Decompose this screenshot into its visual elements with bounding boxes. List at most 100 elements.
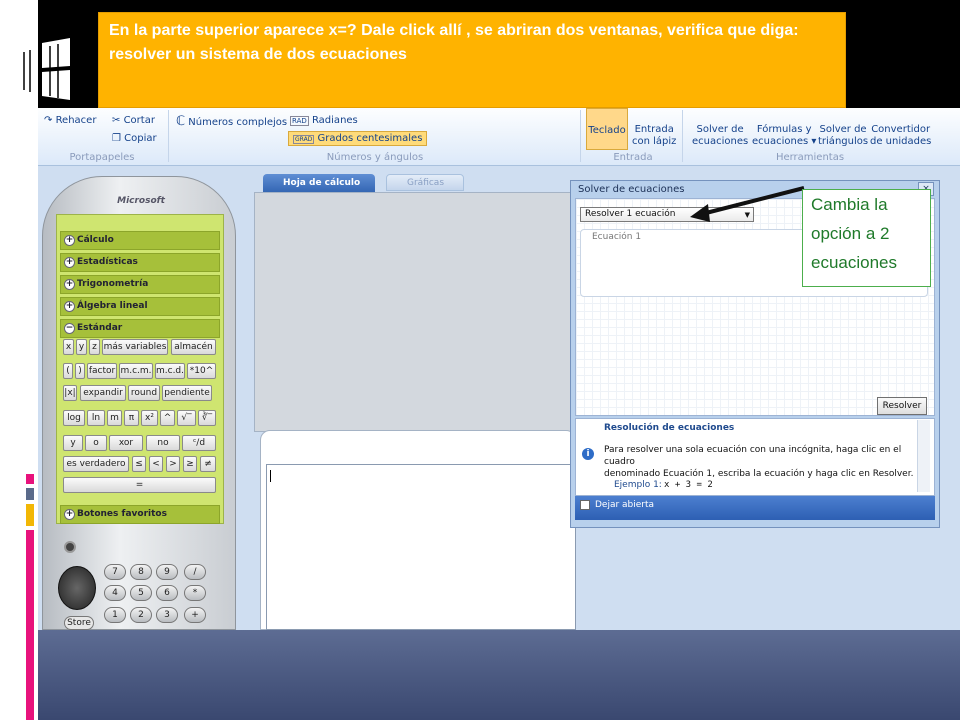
numeros-complejos-button[interactable]: ℂ Números complejos (176, 114, 287, 129)
keep-open-bar: Dejar abierta (575, 496, 935, 520)
numkey-4[interactable]: 4 (104, 585, 126, 601)
formulas-ecuaciones-button[interactable]: Fórmulas y ecuaciones ▾ (752, 124, 816, 148)
complex-c-icon: ℂ (176, 114, 186, 129)
key-sqrt[interactable]: √‾ (177, 410, 196, 426)
key-close-paren[interactable]: ) (75, 363, 85, 379)
power-button[interactable] (64, 541, 76, 553)
decor-stripe (26, 488, 34, 500)
tab-graficas[interactable]: Gráficas (386, 174, 464, 191)
key-power[interactable]: ^ (160, 410, 175, 426)
info-icon: i (582, 448, 594, 460)
numkey-divide[interactable]: / (184, 564, 206, 580)
entrada-lapiz-button[interactable]: Entrada con lápiz (632, 124, 676, 148)
numkey-multiply[interactable]: * (184, 585, 206, 601)
key-z[interactable]: z (89, 339, 100, 355)
category-calculo[interactable]: + Cálculo (60, 231, 220, 250)
key-not-equal[interactable]: ≠ (200, 456, 216, 472)
decor-stripe (26, 474, 34, 484)
instruction-callout-side: Cambia la opción a 2 ecuaciones (802, 189, 931, 287)
key-cbrt[interactable]: ∛‾ (198, 410, 216, 426)
key-x[interactable]: x (63, 339, 74, 355)
solver-ecuaciones-button[interactable]: Solver de ecuaciones (692, 124, 748, 148)
help-title: Resolución de ecuaciones (604, 423, 735, 433)
category-trigonometria[interactable]: + Trigonometría (60, 275, 220, 294)
example-label: Ejemplo 1: (614, 480, 662, 490)
help-scrollbar[interactable] (917, 420, 930, 492)
scissors-icon: ✂ (112, 115, 124, 126)
key-x-squared[interactable]: x² (141, 410, 158, 426)
numkey-9[interactable]: 9 (156, 564, 178, 580)
key-fraction[interactable]: ᶜ/d (182, 435, 216, 451)
category-algebra-lineal[interactable]: + Álgebra lineal (60, 297, 220, 316)
key-no[interactable]: no (146, 435, 180, 451)
decor-stripe (26, 530, 34, 720)
key-abs[interactable]: |x| (63, 385, 77, 401)
category-botones-favoritos[interactable]: + Botones favoritos (60, 505, 220, 524)
calculator-dpad[interactable] (58, 566, 96, 610)
key-pi[interactable]: π (124, 410, 139, 426)
numkey-1[interactable]: 1 (104, 607, 126, 623)
key-less[interactable]: < (149, 456, 163, 472)
key-mcd[interactable]: m.c.d. (155, 363, 185, 379)
redo-icon: ↷ (44, 115, 56, 126)
grados-centesimales-button[interactable]: GRAD Grados centesimales (288, 131, 428, 146)
numkey-7[interactable]: 7 (104, 564, 126, 580)
numkey-6[interactable]: 6 (156, 585, 178, 601)
numkey-2[interactable]: 2 (130, 607, 152, 623)
group-separator (682, 110, 683, 162)
group-label-entrada: Entrada (613, 152, 653, 163)
resolver-button[interactable]: Resolver (877, 397, 927, 415)
key-open-paren[interactable]: ( (63, 363, 73, 379)
group-separator (168, 110, 169, 162)
key-times-ten-pow[interactable]: *10^ (187, 363, 216, 379)
windows-logo-icon (18, 38, 70, 100)
key-m[interactable]: m (107, 410, 122, 426)
collapse-minus-icon: − (64, 323, 75, 334)
rehacer-button[interactable]: ↷ Rehacer (44, 115, 96, 126)
group-label-numeros: Números y ángulos (326, 152, 424, 163)
category-estandar[interactable]: − Estándar (60, 319, 220, 338)
key-expandir[interactable]: expandir (80, 385, 126, 401)
key-equals[interactable]: = (63, 477, 216, 493)
group-separator (580, 110, 581, 162)
key-es-verdadero[interactable]: es verdadero (63, 456, 129, 472)
copiar-button[interactable]: ❐ Copiar (112, 133, 157, 144)
expression-input[interactable] (266, 464, 576, 630)
key-xor[interactable]: xor (109, 435, 143, 451)
key-factor[interactable]: factor (87, 363, 117, 379)
key-greater[interactable]: > (166, 456, 180, 472)
numkey-3[interactable]: 3 (156, 607, 178, 623)
radianes-button[interactable]: RAD Radianes (290, 115, 358, 126)
key-less-equal[interactable]: ≤ (132, 456, 146, 472)
key-y[interactable]: y (76, 339, 87, 355)
key-log[interactable]: log (63, 410, 85, 426)
annotation-arrow (690, 186, 805, 222)
key-o-or[interactable]: o (85, 435, 107, 451)
convertidor-unidades-button[interactable]: Convertidor de unidades (870, 124, 931, 148)
store-button[interactable]: Store (64, 616, 94, 630)
key-greater-equal[interactable]: ≥ (183, 456, 197, 472)
key-mcm[interactable]: m.c.m. (119, 363, 153, 379)
key-mas-variables[interactable]: más variables (102, 339, 168, 355)
numkey-5[interactable]: 5 (130, 585, 152, 601)
solver-title: Solver de ecuaciones (578, 184, 685, 195)
key-y-and[interactable]: y (63, 435, 83, 451)
keep-open-checkbox[interactable] (580, 500, 590, 510)
teclado-button[interactable]: Teclado (586, 108, 628, 150)
key-pendiente[interactable]: pendiente (162, 385, 212, 401)
instruction-callout-top: En la parte superior aparece x=? Dale cl… (98, 12, 846, 108)
numkey-plus[interactable]: + (184, 607, 206, 623)
tab-hoja-de-calculo[interactable]: Hoja de cálculo (263, 174, 375, 194)
category-estadisticas[interactable]: + Estadísticas (60, 253, 220, 272)
calculator-brand: Microsoft (117, 196, 165, 206)
expand-plus-icon: + (64, 301, 75, 312)
key-round[interactable]: round (128, 385, 160, 401)
cortar-button[interactable]: ✂ Cortar (112, 115, 155, 126)
group-label-portapapeles: Portapapeles (69, 152, 135, 163)
key-almacen[interactable]: almacén (171, 339, 216, 355)
solver-triangulos-button[interactable]: Solver de triángulos (818, 124, 868, 148)
numkey-8[interactable]: 8 (130, 564, 152, 580)
expand-plus-icon: + (64, 509, 75, 520)
decor-stripe (26, 504, 34, 526)
key-ln[interactable]: ln (87, 410, 105, 426)
